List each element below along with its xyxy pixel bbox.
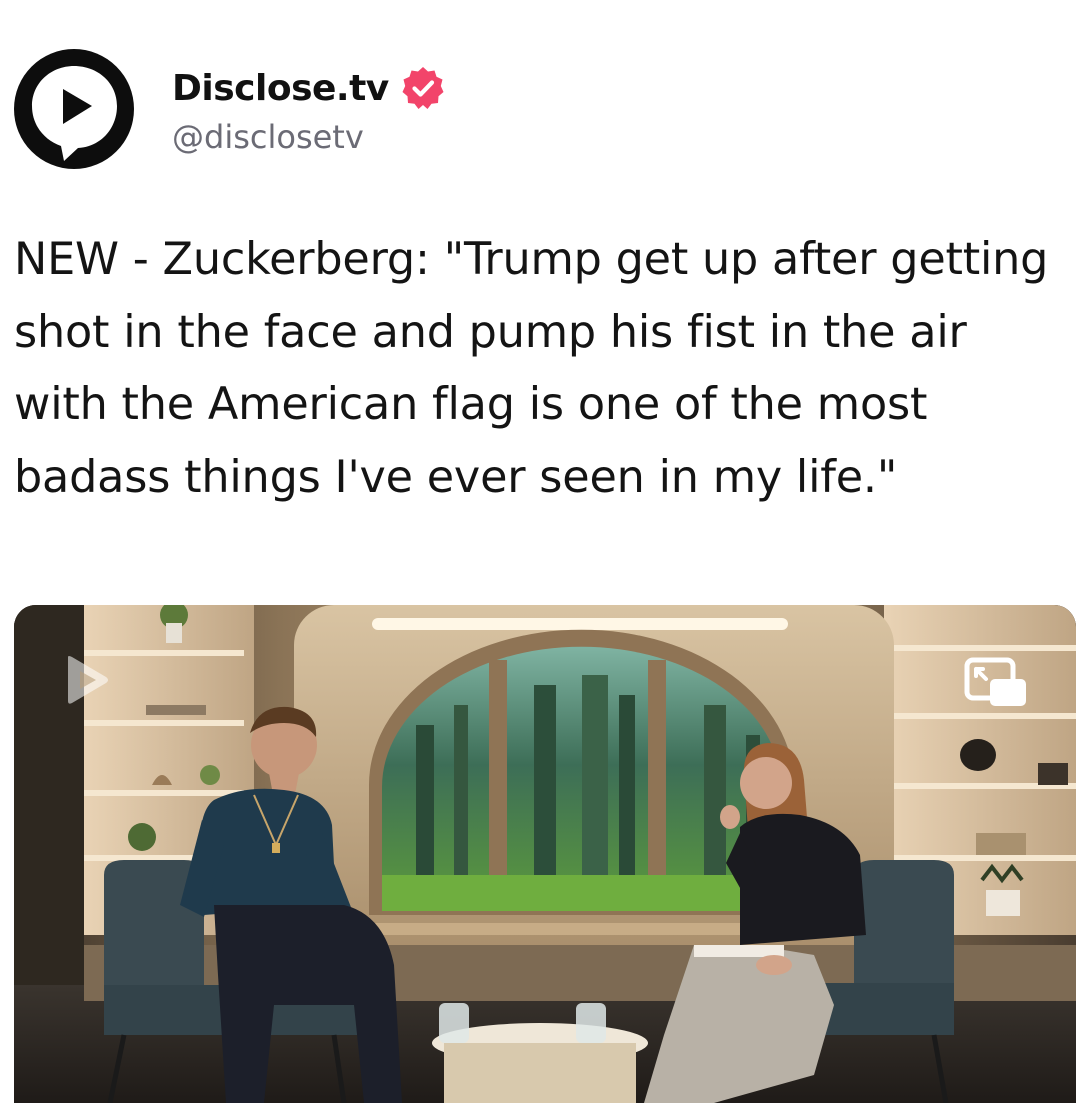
account-handle[interactable]: @disclosetv (172, 118, 447, 156)
picture-in-picture-icon[interactable] (964, 657, 1030, 709)
name-row: Disclose.tv (172, 62, 447, 114)
video-frame (14, 605, 1076, 1103)
post-text: NEW - Zuckerberg: "Trump get up after ge… (14, 234, 1049, 503)
account-names: Disclose.tv @disclosetv (172, 62, 447, 156)
display-name[interactable]: Disclose.tv (172, 68, 389, 109)
verified-badge-icon (402, 67, 444, 109)
post-card[interactable]: Disclose.tv @disclosetv NEW - Zuckerberg… (0, 0, 1076, 1103)
post-header: Disclose.tv @disclosetv (14, 48, 447, 170)
avatar[interactable] (14, 49, 134, 169)
post-video[interactable] (14, 605, 1076, 1103)
brand-watermark-icon (68, 656, 108, 704)
